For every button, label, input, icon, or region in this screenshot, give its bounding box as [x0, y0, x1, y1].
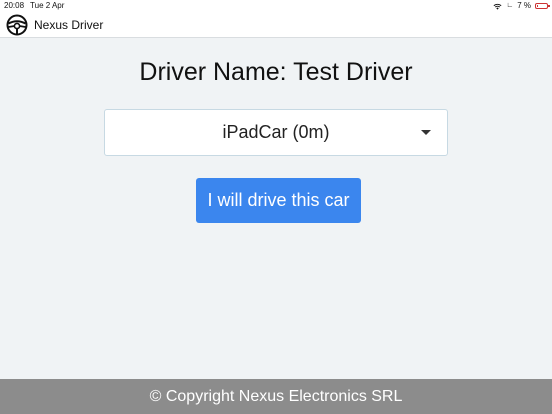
status-right: ∟ 7 % [493, 0, 550, 12]
chevron-down-icon [421, 130, 431, 135]
steering-wheel-icon [6, 14, 28, 35]
status-bar: 20:08 Tue 2 Apr ∟ 7 % [0, 0, 552, 12]
status-date: Tue 2 Apr [30, 1, 65, 10]
copyright-text: © Copyright Nexus Electronics SRL [149, 387, 403, 405]
footer: © Copyright Nexus Electronics SRL [0, 379, 552, 414]
wifi-icon [493, 3, 502, 10]
page-title: Driver Name: Test Driver [139, 58, 413, 86]
nav-bar: Nexus Driver [0, 12, 552, 38]
battery-percent: 7 % [517, 1, 531, 10]
status-time: 20:08 [4, 1, 25, 10]
battery-icon [535, 3, 550, 9]
car-select[interactable]: iPadCar (0m) [104, 109, 448, 156]
car-select-value: iPadCar (0m) [222, 122, 330, 142]
app-title: Nexus Driver [34, 17, 104, 32]
location-icon: ∟ [506, 2, 514, 9]
drive-car-button[interactable]: I will drive this car [196, 178, 361, 223]
